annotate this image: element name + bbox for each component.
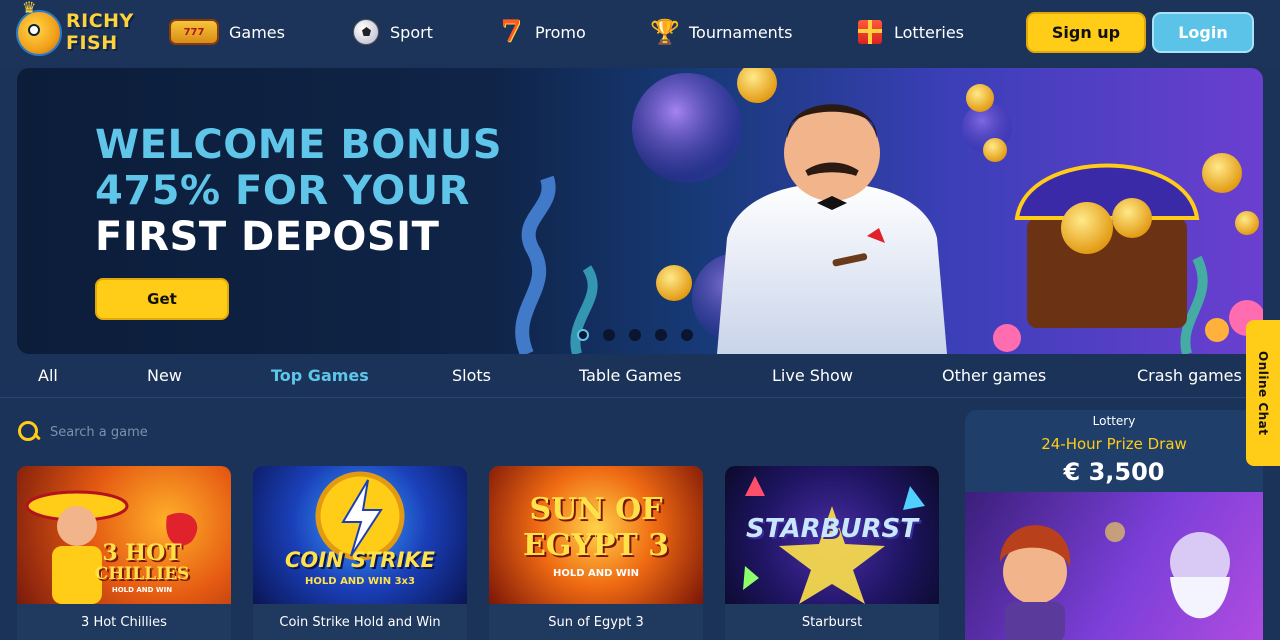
get-bonus-button[interactable]: Get: [95, 278, 229, 320]
carousel-dots: [577, 329, 693, 341]
game-thumbnail: STARBURST: [725, 466, 939, 604]
lottery-characters-art: [1000, 522, 1230, 640]
lottery-prize-amount: € 3,500: [1063, 458, 1165, 486]
online-chat-label: Online Chat: [1256, 350, 1270, 436]
game-card[interactable]: SUN OF EGYPT 3 HOLD AND WIN Sun of Egypt…: [489, 466, 703, 640]
hero-illustration: [515, 68, 1263, 354]
trophy-icon: 🏆: [650, 18, 680, 46]
category-tabs: All New Top Games Slots Table Games Live…: [0, 362, 1280, 392]
hero-line-2: 475% FOR YOUR: [95, 168, 470, 214]
site-header: ♛ RICHY FISH 777 Games Sport 7 Promo 🏆 T…: [0, 0, 1280, 66]
carousel-dot[interactable]: [655, 329, 667, 341]
carousel-dot[interactable]: [577, 329, 589, 341]
game-art-title: SUN OF: [529, 492, 663, 527]
seven-icon: 7: [500, 14, 522, 49]
tab-live-show[interactable]: Live Show: [772, 366, 853, 385]
game-name: Starburst: [725, 604, 939, 640]
game-card[interactable]: 3 HOT CHILLIES HOLD AND WIN 3 Hot Chilli…: [17, 466, 231, 640]
nav-lotteries-label: Lotteries: [894, 22, 965, 42]
nav-tournaments-label: Tournaments: [689, 22, 793, 42]
game-art-title: STARBURST: [746, 514, 918, 544]
carousel-dot[interactable]: [681, 329, 693, 341]
signup-button[interactable]: Sign up: [1026, 12, 1146, 53]
search-input[interactable]: [50, 424, 310, 440]
game-thumbnail: 3 HOT CHILLIES HOLD AND WIN: [17, 466, 231, 604]
game-art-title: 3 HOT: [102, 540, 182, 566]
lottery-label: Lottery: [1092, 414, 1136, 428]
game-card[interactable]: COIN STRIKE HOLD AND WIN 3x3 Coin Strike…: [253, 466, 467, 640]
site-logo[interactable]: ♛ RICHY FISH: [16, 0, 156, 60]
game-art-tag: HOLD AND WIN: [552, 568, 640, 579]
nav-sport-label: Sport: [390, 22, 433, 42]
gift-icon: [855, 18, 885, 46]
online-chat-button[interactable]: Online Chat: [1246, 320, 1280, 466]
tab-other-games[interactable]: Other games: [942, 366, 1046, 385]
game-search: [18, 418, 318, 446]
tab-slots[interactable]: Slots: [452, 366, 491, 385]
lottery-panel[interactable]: Lottery 24-Hour Prize Draw € 3,500: [965, 410, 1263, 640]
tab-table-games[interactable]: Table Games: [579, 366, 681, 385]
lottery-title: 24-Hour Prize Draw: [1041, 435, 1187, 453]
crown-icon: ♛: [22, 0, 37, 17]
divider: [0, 397, 1280, 398]
game-art-title: COIN STRIKE: [284, 548, 435, 572]
hero-headline: WELCOME BONUS 475% FOR YOUR FIRST DEPOSI…: [95, 122, 502, 260]
slot-machine-icon: 777: [168, 18, 220, 46]
nav-sport[interactable]: Sport: [351, 14, 433, 50]
tab-all[interactable]: All: [38, 366, 58, 385]
nav-promo-label: Promo: [535, 22, 586, 42]
logo-wordmark: RICHY FISH: [66, 10, 134, 54]
game-art-subtitle: CHILLIES: [94, 564, 190, 584]
login-button[interactable]: Login: [1152, 12, 1254, 53]
hero-line-3: FIRST DEPOSIT: [95, 214, 440, 260]
nav-tournaments[interactable]: 🏆 Tournaments: [650, 14, 792, 50]
tab-new[interactable]: New: [147, 366, 182, 385]
soccer-ball-icon: [351, 18, 381, 46]
game-name: 3 Hot Chillies: [17, 604, 231, 640]
carousel-dot[interactable]: [629, 329, 641, 341]
carousel-dot[interactable]: [603, 329, 615, 341]
game-card[interactable]: STARBURST Starburst: [725, 466, 939, 640]
game-art-tag: HOLD AND WIN: [111, 586, 173, 594]
hero-banner[interactable]: WELCOME BONUS 475% FOR YOUR FIRST DEPOSI…: [17, 68, 1263, 354]
tab-top-games[interactable]: Top Games: [271, 366, 369, 385]
lottery-image: [965, 492, 1263, 640]
game-art-subtitle: HOLD AND WIN 3x3: [305, 576, 415, 587]
game-thumbnail: COIN STRIKE HOLD AND WIN 3x3: [253, 466, 467, 604]
nav-games[interactable]: 777 Games: [168, 14, 285, 50]
game-name: Sun of Egypt 3: [489, 604, 703, 640]
nav-promo[interactable]: 7 Promo: [496, 14, 586, 50]
game-art-subtitle: EGYPT 3: [522, 528, 670, 563]
game-thumbnail: SUN OF EGYPT 3 HOLD AND WIN: [489, 466, 703, 604]
tab-crash-games[interactable]: Crash games: [1137, 366, 1242, 385]
nav-lotteries[interactable]: Lotteries: [855, 14, 964, 50]
game-name: Coin Strike Hold and Win: [253, 604, 467, 640]
hero-line-1: WELCOME BONUS: [95, 122, 503, 168]
nav-games-label: Games: [229, 22, 285, 42]
search-icon[interactable]: [18, 421, 40, 443]
